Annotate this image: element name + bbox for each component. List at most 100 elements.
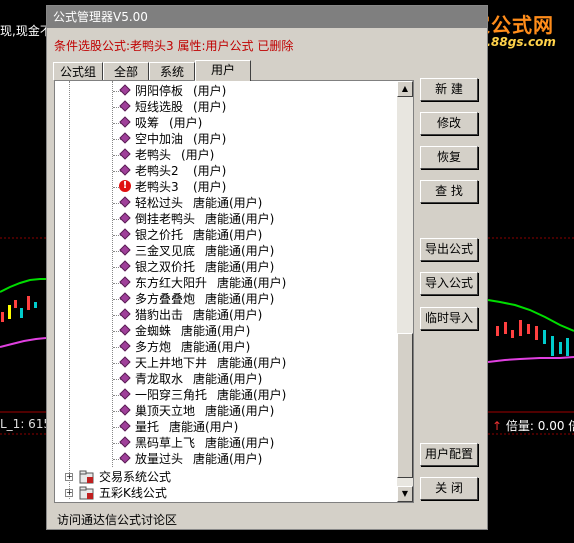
temp-import-button[interactable]: 临时导入: [420, 307, 478, 330]
tab-formula-group[interactable]: 公式组: [53, 62, 103, 80]
tab-user[interactable]: 用户: [195, 60, 251, 81]
tree-item[interactable]: 银之双价托 唐能通(用户): [55, 259, 395, 275]
formula-diamond-icon: [119, 452, 131, 464]
scroll-down-button[interactable]: ▼: [397, 486, 413, 502]
tree-item-suffix: 唐能通(用户): [205, 436, 275, 450]
formula-diamond-icon: [119, 148, 131, 160]
formula-tree[interactable]: 阴阳停板 (用户) 短线选股 (用户) 吸筹 (用户) 空中加油 (用户) 老鸭头 (用户) 老鸭头…: [54, 80, 414, 503]
tree-item[interactable]: 阴阳停板 (用户): [55, 83, 395, 99]
tree-item-label: 银之价托: [135, 228, 184, 242]
import-formula-button[interactable]: 导入公式: [420, 272, 478, 295]
tree-item[interactable]: 短线选股 (用户): [55, 99, 395, 115]
vertical-scrollbar[interactable]: ▲ ▼: [397, 81, 413, 502]
tree-item-label: 一阳穿三角托: [135, 388, 208, 402]
formula-diamond-icon: [119, 260, 131, 272]
tree-folder[interactable]: + 五彩K线公式: [55, 485, 395, 501]
tree-item[interactable]: 吸筹 (用户): [55, 115, 395, 131]
scroll-thumb[interactable]: [397, 333, 413, 478]
tree-item-suffix: 唐能通(用户): [169, 420, 239, 434]
tree-item-label: 量托: [135, 420, 160, 434]
tree-item-label: 黑码草上飞: [135, 436, 196, 450]
tree-item-label: 多方炮: [135, 340, 172, 354]
tab-system[interactable]: 系统: [149, 62, 195, 80]
tree-item[interactable]: 银之价托 唐能通(用户): [55, 227, 395, 243]
formula-diamond-icon: [119, 84, 131, 96]
tree-item-suffix: (用户): [193, 84, 227, 98]
tree-item-suffix: 唐能通(用户): [217, 276, 287, 290]
tree-item-suffix: 唐能通(用户): [181, 340, 251, 354]
formula-diamond-icon: [119, 292, 131, 304]
tree-item-suffix: (用户): [181, 148, 215, 162]
new-button[interactable]: 新 建: [420, 78, 478, 101]
tree-item[interactable]: 放量过头 唐能通(用户): [55, 451, 395, 467]
tree-item[interactable]: 天上井地下井 唐能通(用户): [55, 355, 395, 371]
tree-item[interactable]: 空中加油 (用户): [55, 131, 395, 147]
tree-item[interactable]: 金蜘蛛 唐能通(用户): [55, 323, 395, 339]
tree-item[interactable]: 量托 唐能通(用户): [55, 419, 395, 435]
modify-button[interactable]: 修改: [420, 112, 478, 135]
find-button[interactable]: 查 找: [420, 180, 478, 203]
expand-icon[interactable]: +: [65, 489, 73, 497]
tree-item-label: 巢顶天立地: [135, 404, 196, 418]
background-left-top-text: 现,现金不: [0, 24, 52, 38]
tree-item[interactable]: 老鸭头 (用户): [55, 147, 395, 163]
folder-icon: [79, 470, 94, 484]
tree-item[interactable]: 老鸭头2 (用户): [55, 163, 395, 179]
tree-item-suffix: 唐能通(用户): [193, 196, 263, 210]
formula-diamond-icon: [119, 228, 131, 240]
tree-item[interactable]: 猎豹出击 唐能通(用户): [55, 307, 395, 323]
tree-item[interactable]: 多方叠叠炮 唐能通(用户): [55, 291, 395, 307]
background-right-mid-text: ↑ 倍量: 0.00 倍: [492, 417, 574, 434]
formula-diamond-icon: [119, 100, 131, 112]
scroll-up-button[interactable]: ▲: [397, 81, 413, 97]
formula-diamond-icon: [119, 372, 131, 384]
tree-item[interactable]: 黑码草上飞 唐能通(用户): [55, 435, 395, 451]
tree-item[interactable]: 一阳穿三角托 唐能通(用户): [55, 387, 395, 403]
tree-folder-label: 五彩K线公式: [99, 486, 167, 500]
tab-all[interactable]: 全部: [103, 62, 149, 80]
restore-button[interactable]: 恢复: [420, 146, 478, 169]
formula-diamond-icon: [119, 132, 131, 144]
tree-item[interactable]: 多方炮 唐能通(用户): [55, 339, 395, 355]
tree-item-label: 阴阳停板: [135, 84, 184, 98]
forum-link-text[interactable]: 访问通达信公式讨论区: [57, 511, 177, 528]
tree-item[interactable]: ! 老鸭头3 (用户): [55, 179, 395, 195]
tree-item-label: 东方红大阳升: [135, 276, 208, 290]
tree-item-suffix: 唐能通(用户): [193, 228, 263, 242]
formula-diamond-icon: [119, 436, 131, 448]
folder-icon: [79, 486, 94, 500]
tree-item[interactable]: 东方红大阳升 唐能通(用户): [55, 275, 395, 291]
tree-item-suffix: 唐能通(用户): [193, 308, 263, 322]
window-title[interactable]: 公式管理器V5.00: [47, 6, 487, 28]
close-button[interactable]: 关 闭: [420, 477, 478, 500]
tree-item[interactable]: 巢顶天立地 唐能通(用户): [55, 403, 395, 419]
formula-diamond-icon: [119, 164, 131, 176]
tree-folder[interactable]: + 交易系统公式: [55, 469, 395, 485]
tree-item-suffix: 唐能通(用户): [193, 372, 263, 386]
volume-ratio-text: 倍量: 0.00 倍: [505, 419, 574, 433]
tree-item[interactable]: 三金叉见底 唐能通(用户): [55, 243, 395, 259]
tree-item[interactable]: 轻松过头 唐能通(用户): [55, 195, 395, 211]
tree-item-suffix: 唐能通(用户): [217, 388, 287, 402]
tree-item-suffix: (用户): [169, 116, 203, 130]
tree-item[interactable]: 青龙取水 唐能通(用户): [55, 371, 395, 387]
tree-item-label: 轻松过头: [135, 196, 184, 210]
user-config-button[interactable]: 用户配置: [420, 443, 478, 466]
export-formula-button[interactable]: 导出公式: [420, 238, 478, 261]
tree-item-suffix: (用户): [193, 100, 227, 114]
tree-item-suffix: 唐能通(用户): [205, 244, 275, 258]
tree-item-label: 天上井地下井: [135, 356, 208, 370]
expand-icon[interactable]: +: [65, 473, 73, 481]
tree-item[interactable]: 倒挂老鸭头 唐能通(用户): [55, 211, 395, 227]
tree-item-label: 青龙取水: [135, 372, 184, 386]
formula-diamond-icon: [119, 388, 131, 400]
tree-item-label: 老鸭头2: [135, 164, 179, 178]
tree-item-label: 老鸭头3: [135, 180, 179, 194]
tree-item-suffix: 唐能通(用户): [205, 212, 275, 226]
formula-diamond-icon: [119, 420, 131, 432]
tree-item-suffix: 唐能通(用户): [193, 452, 263, 466]
tree-item-label: 倒挂老鸭头: [135, 212, 196, 226]
condition-status-text: 条件选股公式:老鸭头3 属性:用户公式 已删除: [54, 39, 294, 53]
formula-diamond-icon: [119, 404, 131, 416]
formula-diamond-icon: [119, 244, 131, 256]
